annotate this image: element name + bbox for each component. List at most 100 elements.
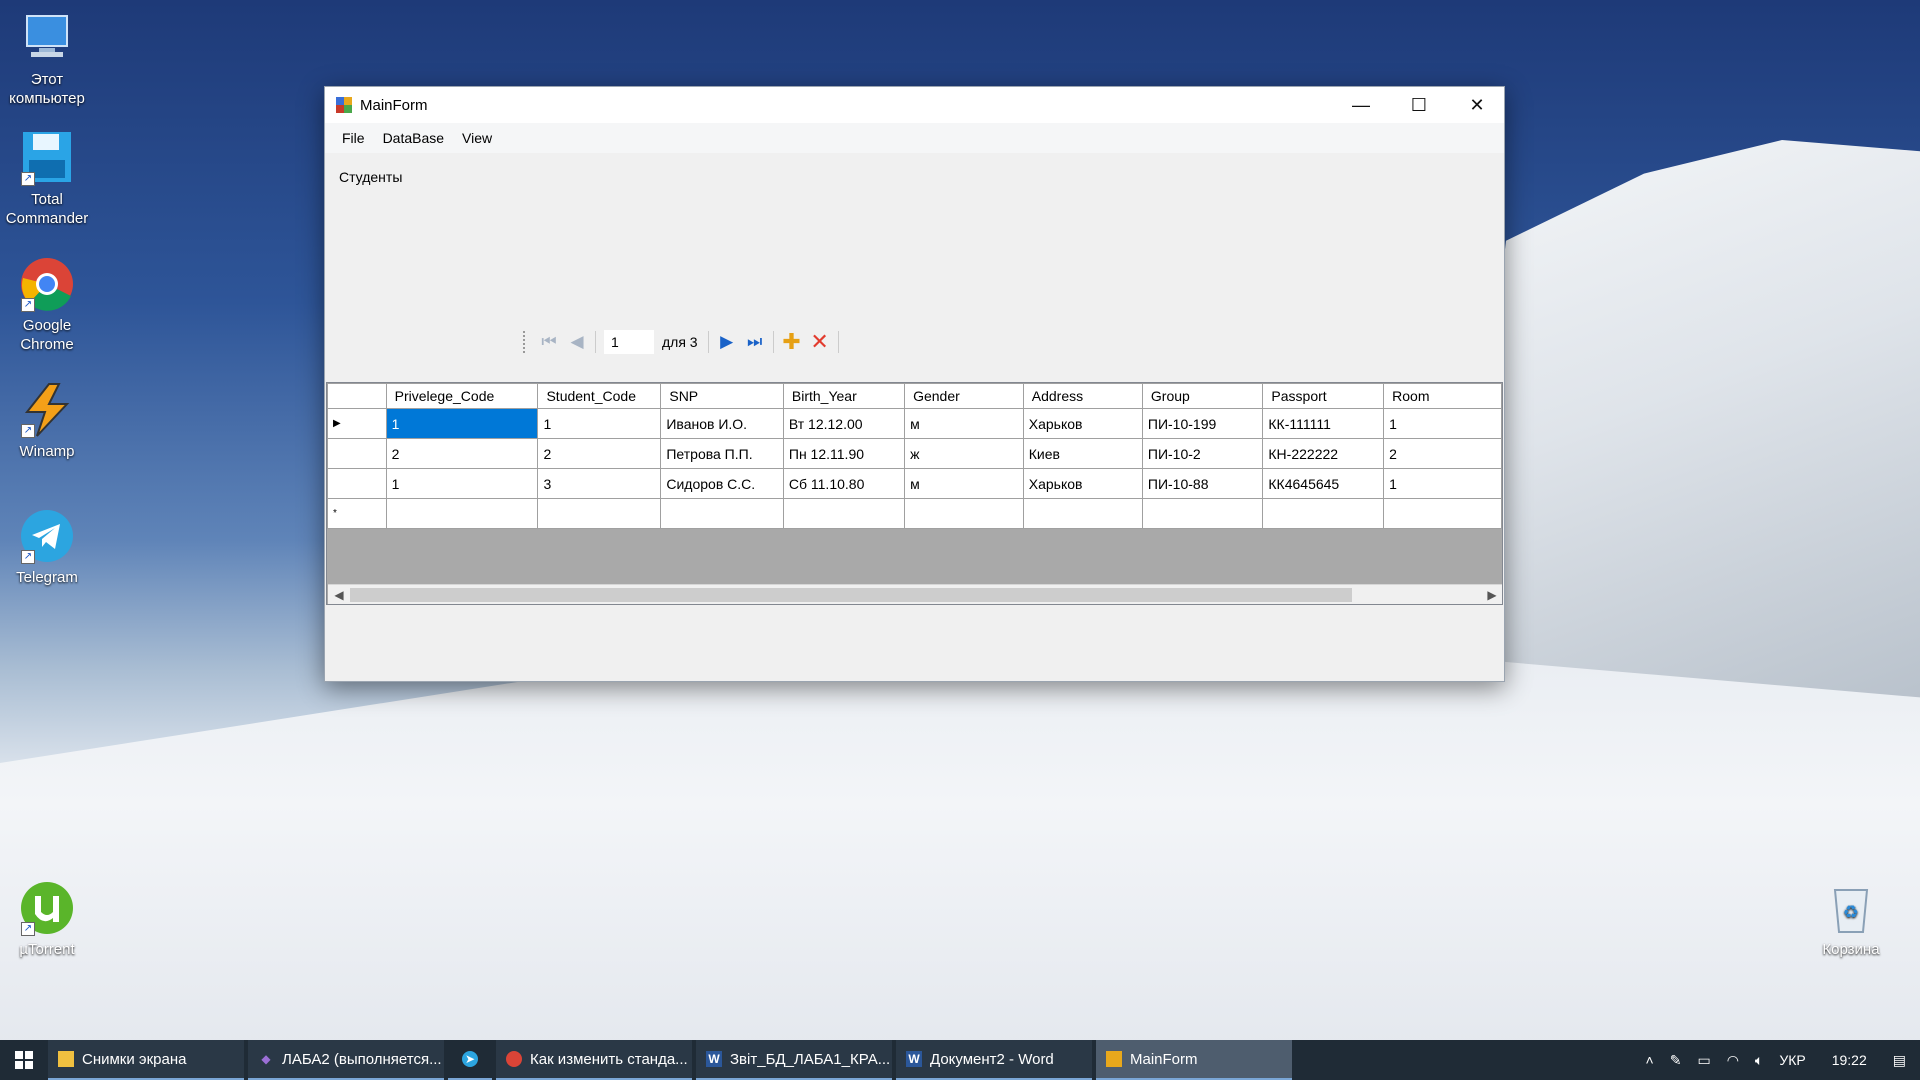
grid-cell[interactable]: ПИ-10-88 (1141, 468, 1264, 499)
grid-cell[interactable]: 1 (537, 408, 662, 439)
toolbar-grip[interactable] (523, 331, 529, 353)
grid-cell[interactable]: Харьков (1022, 468, 1143, 499)
scrollbar-thumb[interactable] (350, 588, 1352, 602)
row-header[interactable] (327, 438, 387, 469)
taskbar-item-word-document[interactable]: W Документ2 - Word (896, 1040, 1092, 1080)
current-row-indicator[interactable]: ▶ (327, 408, 387, 439)
volume-icon[interactable]: 🔈︎ (1755, 1052, 1763, 1069)
grid-cell[interactable]: м (904, 468, 1024, 499)
shortcut-arrow-icon: ↗ (21, 298, 35, 312)
column-header[interactable]: Address (1022, 383, 1143, 409)
grid-cell[interactable]: 2 (537, 438, 662, 469)
grid-cell[interactable] (660, 498, 784, 529)
grid-cell[interactable]: КН-222222 (1262, 438, 1385, 469)
delete-icon[interactable]: ✕ (806, 329, 834, 355)
grid-cell[interactable]: ПИ-10-2 (1141, 438, 1264, 469)
move-first-icon[interactable]: ⏮ (535, 329, 563, 355)
grid-cell[interactable]: Вт 12.12.00 (782, 408, 906, 439)
menu-view[interactable]: View (453, 126, 501, 150)
scroll-left-icon[interactable]: ◀ (330, 586, 348, 604)
table-row[interactable]: ▶ 1 1 Иванов И.О. Вт 12.12.00 м Харьков … (327, 408, 1502, 439)
grid-cell[interactable] (1383, 498, 1502, 529)
menu-database[interactable]: DataBase (374, 126, 453, 150)
grid-cell-selected[interactable]: 1 (385, 408, 539, 439)
desktop-icon-recycle-bin[interactable]: ♻ Корзина (1804, 880, 1898, 959)
battery-icon[interactable]: ▭ (1697, 1052, 1710, 1069)
notifications-icon[interactable]: ▤ (1893, 1052, 1906, 1069)
grid-cell[interactable]: 2 (1383, 438, 1502, 469)
grid-cell[interactable] (904, 498, 1024, 529)
taskbar-item-word-report[interactable]: W Звіт_БД_ЛАБА1_КРА... (696, 1040, 892, 1080)
close-button[interactable]: ✕ (1448, 87, 1506, 123)
table-row[interactable]: 2 2 Петрова П.П. Пн 12.11.90 ж Киев ПИ-1… (327, 438, 1502, 469)
title-bar[interactable]: MainForm — ☐ ✕ (325, 87, 1504, 123)
grid-cell[interactable]: КК4645645 (1262, 468, 1385, 499)
column-header[interactable]: Gender (904, 383, 1024, 409)
row-header-corner[interactable] (327, 383, 387, 409)
grid-cell[interactable]: 3 (537, 468, 662, 499)
add-new-icon[interactable]: ✚ (778, 329, 806, 355)
table-row[interactable]: 1 3 Сидоров С.С. Сб 11.10.80 м Харьков П… (327, 468, 1502, 499)
language-indicator[interactable]: УКР (1779, 1052, 1805, 1068)
students-label: Студенты (339, 169, 403, 185)
column-header[interactable]: Birth_Year (782, 383, 906, 409)
move-next-icon[interactable]: ▶ (713, 329, 741, 355)
app-icon (336, 97, 352, 113)
column-header[interactable]: Room (1383, 383, 1502, 409)
grid-cell[interactable]: ж (904, 438, 1024, 469)
desktop-icon-google-chrome[interactable]: ↗ Google Chrome (0, 256, 94, 354)
grid-cell[interactable]: Харьков (1022, 408, 1143, 439)
grid-cell[interactable]: ПИ-10-199 (1141, 408, 1264, 439)
scroll-right-icon[interactable]: ▶ (1483, 586, 1501, 604)
grid-cell[interactable]: 1 (1383, 408, 1502, 439)
grid-cell[interactable]: Сб 11.10.80 (782, 468, 906, 499)
desktop-icon-utorrent[interactable]: ↗ µTorrent (0, 880, 94, 959)
row-header[interactable] (327, 468, 387, 499)
taskbar-item-chrome[interactable]: Как изменить станда... (496, 1040, 692, 1080)
desktop-icon-this-pc[interactable]: Этот компьютер (0, 10, 94, 108)
clock[interactable]: 19:22 (1832, 1052, 1867, 1068)
maximize-button[interactable]: ☐ (1390, 87, 1448, 123)
taskbar-item-visual-studio[interactable]: ◆ ЛАБА2 (выполняется... (248, 1040, 444, 1080)
grid-cell[interactable]: 1 (385, 468, 539, 499)
grid-cell[interactable]: Киев (1022, 438, 1143, 469)
grid-cell[interactable]: Иванов И.О. (660, 408, 784, 439)
grid-cell[interactable] (385, 498, 539, 529)
wifi-icon[interactable]: ◠ (1727, 1052, 1739, 1069)
desktop-icon-total-commander[interactable]: ↗ Total Commander (0, 130, 94, 228)
column-header[interactable]: Privelege_Code (385, 383, 539, 409)
grid-cell[interactable] (1141, 498, 1264, 529)
students-data-grid[interactable]: Privelege_Code Student_Code SNP Birth_Ye… (326, 382, 1503, 605)
grid-cell[interactable] (782, 498, 906, 529)
grid-cell[interactable]: 2 (385, 438, 539, 469)
chevron-up-icon[interactable]: ˄ (1646, 1052, 1654, 1068)
grid-cell[interactable]: КК-111111 (1262, 408, 1385, 439)
new-row[interactable]: * (327, 498, 1502, 529)
grid-cell[interactable]: Петрова П.П. (660, 438, 784, 469)
taskbar-item-telegram[interactable]: ➤ (448, 1040, 492, 1080)
grid-cell[interactable]: Сидоров С.С. (660, 468, 784, 499)
move-last-icon[interactable]: ⏭ (741, 329, 769, 355)
desktop-icon-telegram[interactable]: ↗ Telegram (0, 508, 94, 587)
column-header[interactable]: SNP (660, 383, 784, 409)
grid-cell[interactable] (1262, 498, 1385, 529)
column-header[interactable]: Group (1141, 383, 1264, 409)
taskbar-item-screenshots[interactable]: Снимки экрана (48, 1040, 244, 1080)
minimize-button[interactable]: — (1332, 87, 1390, 123)
move-previous-icon[interactable]: ◀ (563, 329, 591, 355)
grid-cell[interactable] (1022, 498, 1143, 529)
column-header[interactable]: Student_Code (537, 383, 662, 409)
grid-cell[interactable]: 1 (1383, 468, 1502, 499)
pen-icon[interactable]: ✎ (1670, 1052, 1682, 1069)
new-row-indicator[interactable]: * (327, 498, 387, 529)
column-header[interactable]: Passport (1262, 383, 1385, 409)
horizontal-scrollbar[interactable]: ◀ ▶ (328, 584, 1502, 604)
desktop-icon-winamp[interactable]: ↗ Winamp (0, 382, 94, 461)
start-button[interactable] (0, 1040, 48, 1080)
taskbar-item-mainform[interactable]: MainForm (1096, 1040, 1292, 1080)
grid-cell[interactable]: Пн 12.11.90 (782, 438, 906, 469)
menu-file[interactable]: File (333, 126, 374, 150)
grid-cell[interactable]: м (904, 408, 1024, 439)
position-input[interactable]: 1 (604, 330, 654, 354)
grid-cell[interactable] (537, 498, 662, 529)
